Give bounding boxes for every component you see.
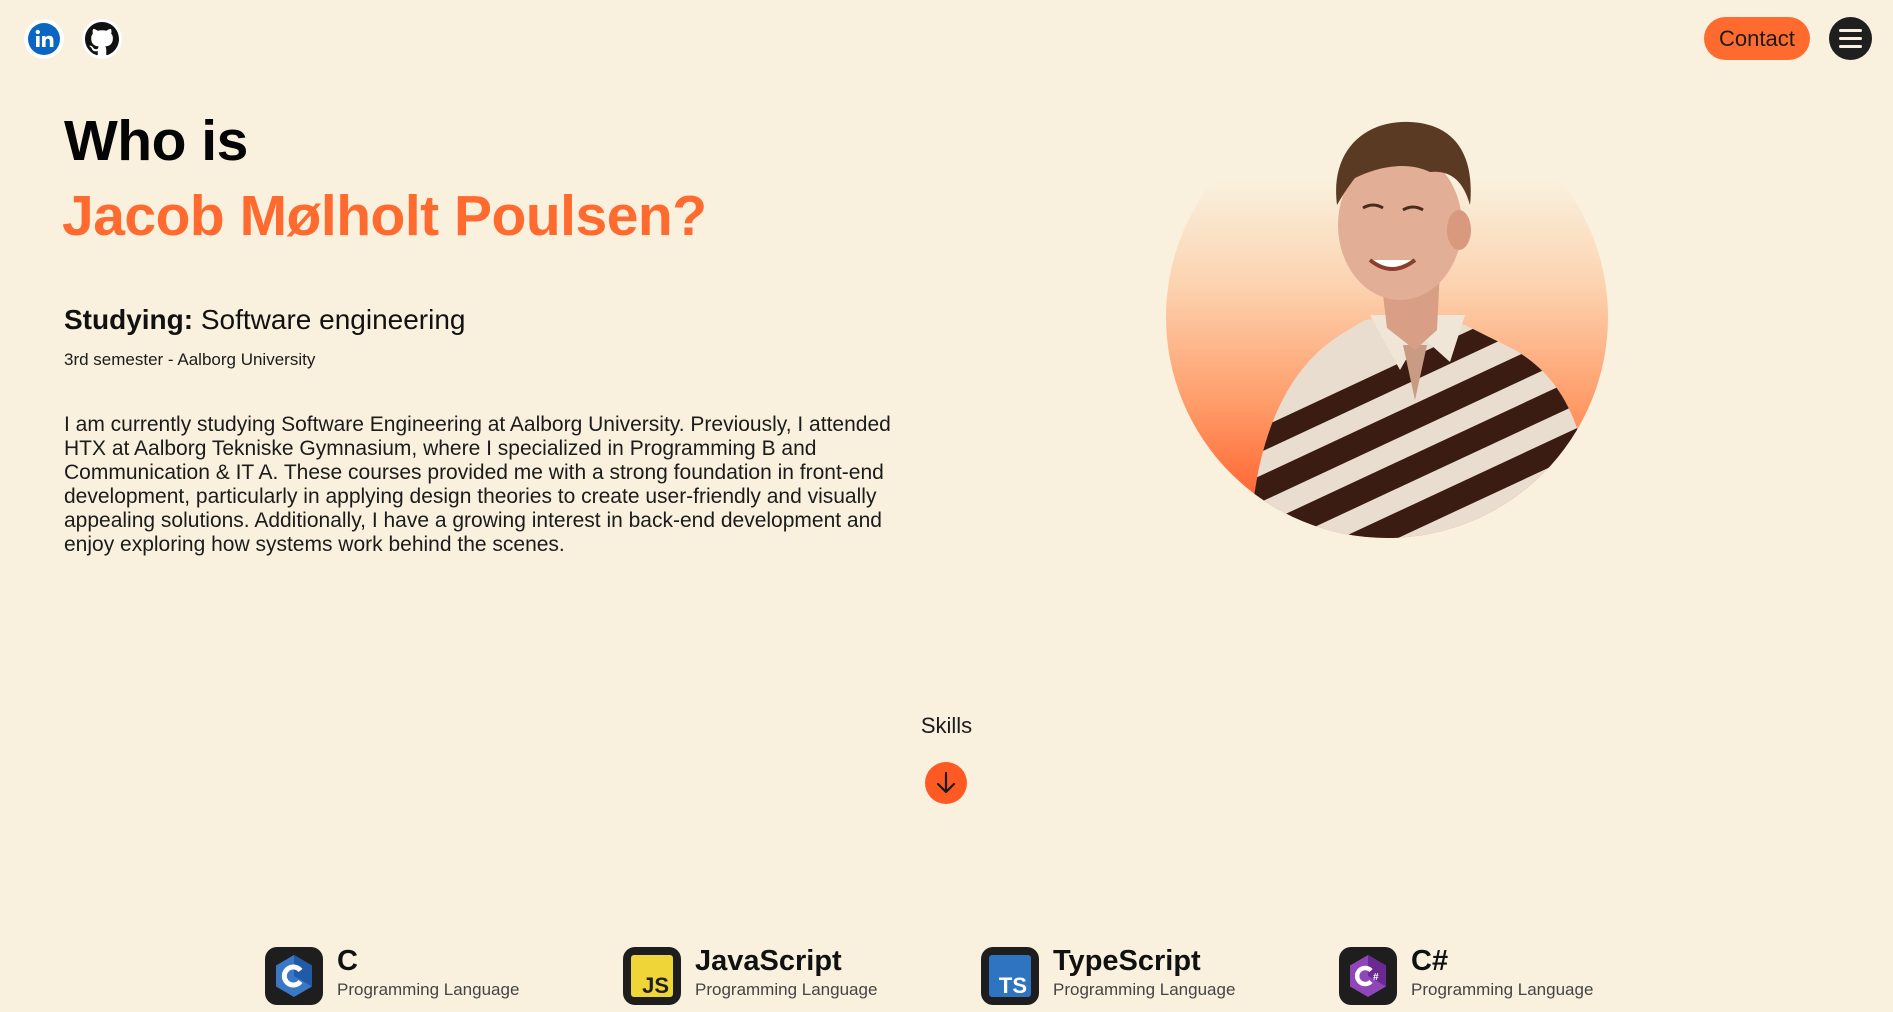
page: Contact Who is Jacob Mølholt Poulsen? St… bbox=[0, 0, 1893, 1012]
javascript-icon: JS bbox=[631, 955, 673, 998]
scroll-down-button[interactable] bbox=[925, 762, 967, 804]
svg-text:#: # bbox=[1373, 972, 1379, 983]
github-link[interactable] bbox=[82, 19, 122, 59]
skill-name: TypeScript bbox=[1053, 945, 1201, 977]
semester-text: 3rd semester - Aalborg University bbox=[64, 350, 316, 369]
skill-item-typescript: TS TypeScript Programming Language bbox=[981, 945, 1301, 1005]
svg-text:JS: JS bbox=[642, 973, 669, 998]
skill-type: Programming Language bbox=[1053, 980, 1236, 999]
bio-paragraph: I am currently studying Software Enginee… bbox=[64, 413, 891, 556]
skill-name: JavaScript bbox=[695, 945, 842, 977]
studying-label: Studying: bbox=[64, 304, 194, 335]
social-links bbox=[24, 19, 122, 59]
skill-name: C# bbox=[1411, 945, 1449, 977]
hamburger-menu-button[interactable] bbox=[1829, 17, 1872, 60]
skill-name: C bbox=[337, 945, 358, 977]
heading-name: Jacob Mølholt Poulsen? bbox=[62, 184, 707, 248]
linkedin-icon bbox=[28, 23, 60, 55]
skill-type: Programming Language bbox=[695, 980, 878, 999]
contact-button[interactable]: Contact bbox=[1704, 17, 1810, 60]
github-icon bbox=[85, 22, 119, 56]
skills-label: Skills bbox=[920, 713, 973, 738]
studying-line: Studying: Software engineering bbox=[64, 304, 466, 336]
skill-item-csharp: # C# Programming Language bbox=[1339, 945, 1659, 1005]
c-language-icon bbox=[276, 955, 312, 997]
hamburger-menu-icon bbox=[1839, 29, 1862, 32]
skill-item-javascript: JS JavaScript Programming Language bbox=[623, 945, 943, 1005]
arrow-down-icon bbox=[936, 771, 956, 794]
profile-photo bbox=[1165, 100, 1610, 540]
skill-item-c: C Programming Language bbox=[265, 945, 585, 1005]
svg-text:TS: TS bbox=[999, 973, 1027, 998]
studying-value: Software engineering bbox=[200, 304, 466, 335]
skill-type: Programming Language bbox=[1411, 980, 1594, 999]
skill-type: Programming Language bbox=[337, 980, 520, 999]
csharp-icon: # bbox=[1350, 955, 1386, 997]
heading-who-is: Who is bbox=[64, 109, 248, 173]
linkedin-link[interactable] bbox=[24, 19, 64, 59]
typescript-icon: TS bbox=[989, 955, 1031, 998]
